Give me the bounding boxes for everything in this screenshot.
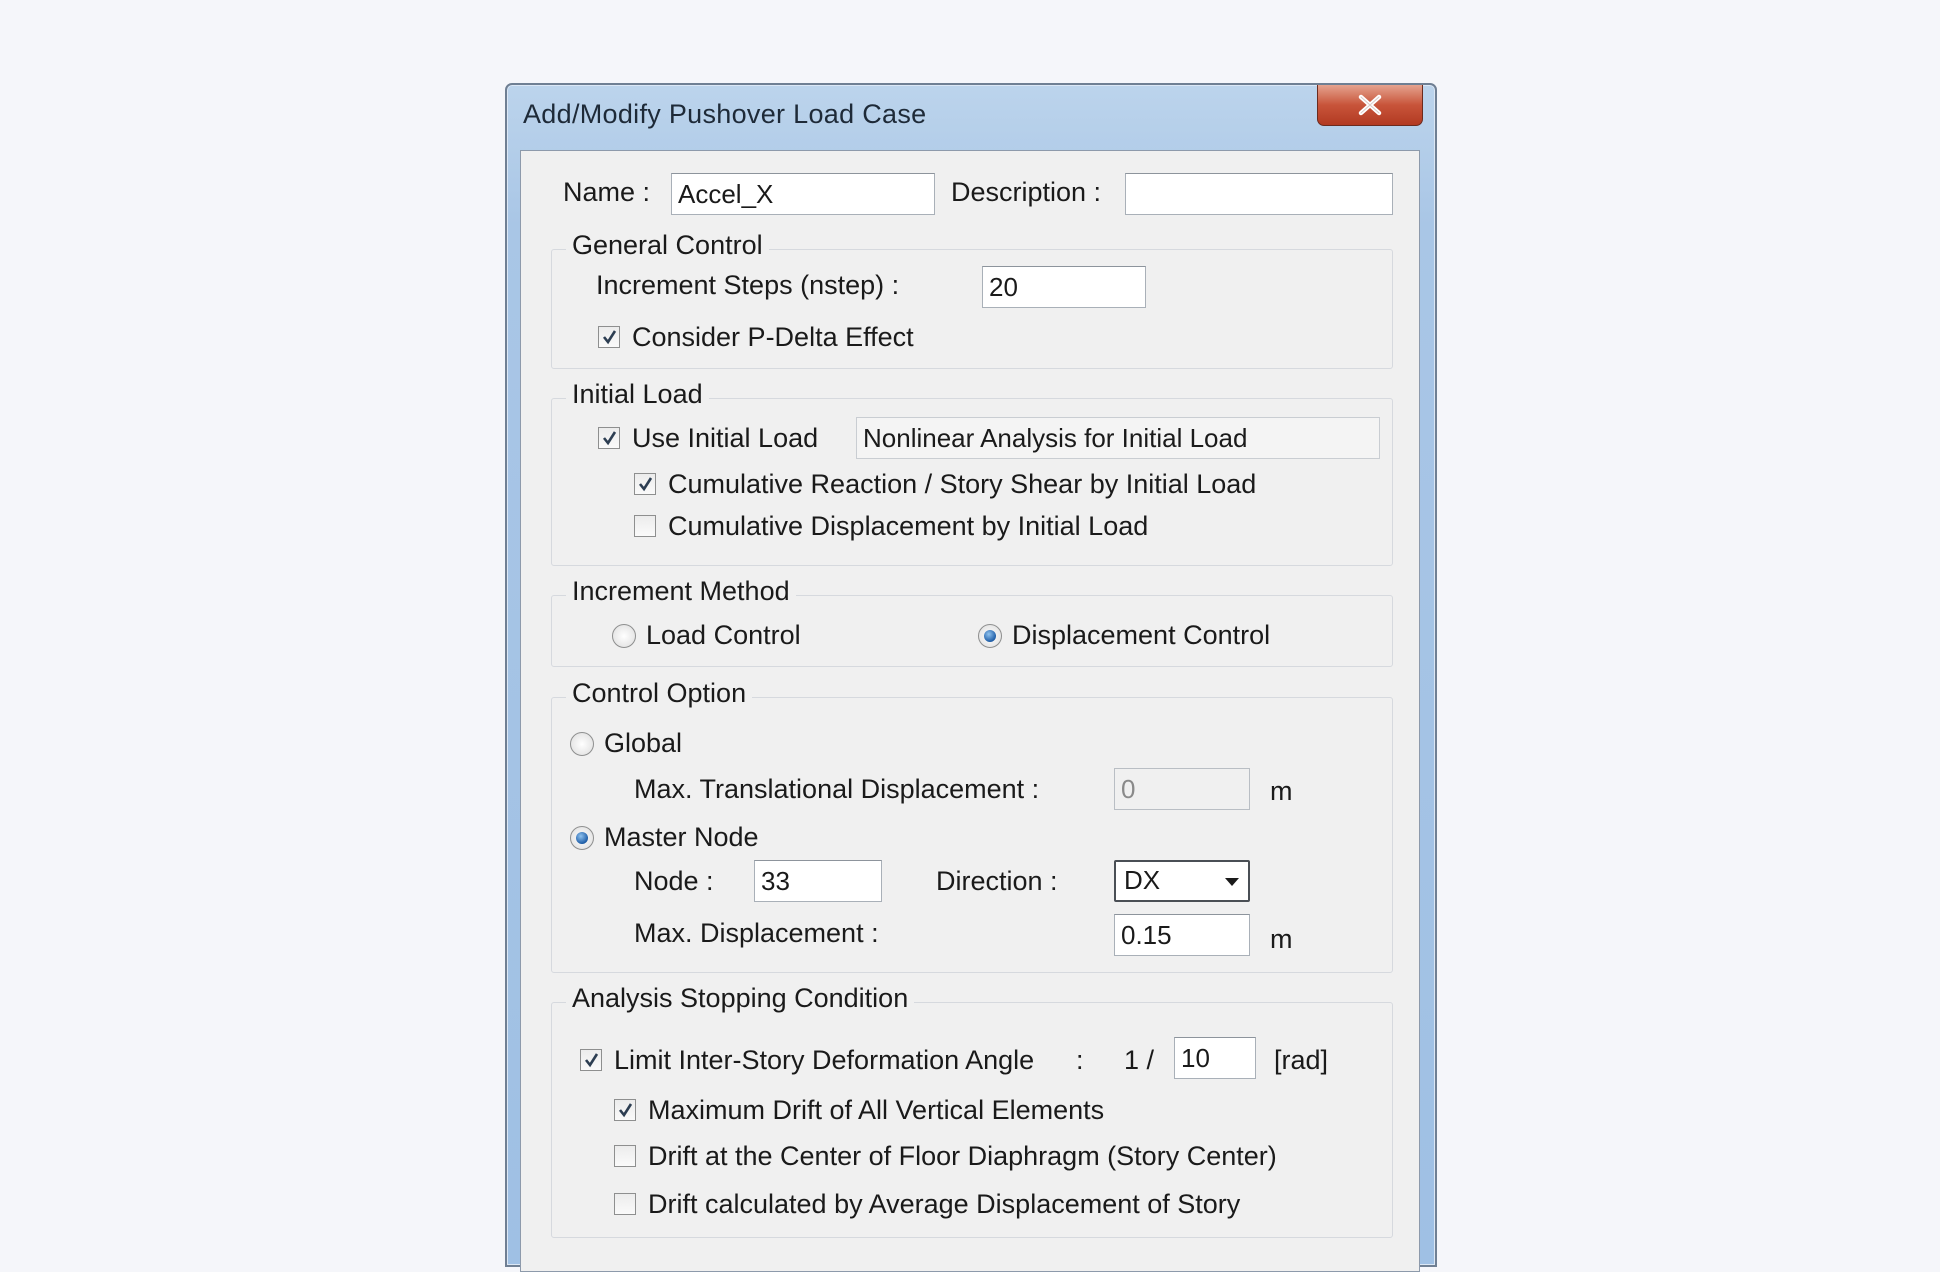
use-initial-load-checkbox[interactable] xyxy=(598,427,620,449)
ratio-field[interactable]: 10 xyxy=(1174,1037,1256,1079)
checkmark-icon xyxy=(584,1053,599,1068)
increment-steps-field[interactable]: 20 xyxy=(982,266,1146,308)
limit-deformation-label: Limit Inter-Story Deformation Angle xyxy=(614,1045,1035,1075)
unit-rad-label: [rad] xyxy=(1274,1045,1329,1075)
stopping-condition-group: Analysis Stopping Condition Limit Inter-… xyxy=(551,983,1393,1238)
dropdown-arrow-icon xyxy=(1225,878,1239,886)
max-translational-field[interactable]: 0 xyxy=(1114,768,1250,810)
general-control-group: General Control Increment Steps (nstep) … xyxy=(551,230,1393,369)
load-control-radio[interactable] xyxy=(612,624,636,648)
cumulative-reaction-checkbox[interactable] xyxy=(634,473,656,495)
direction-select[interactable]: DX xyxy=(1114,860,1250,902)
master-node-label: Master Node xyxy=(604,822,759,852)
limit-colon: : xyxy=(1076,1045,1084,1075)
checkmark-icon xyxy=(602,330,617,345)
master-node-radio[interactable] xyxy=(570,826,594,850)
displacement-control-label: Displacement Control xyxy=(1012,620,1271,650)
cumulative-reaction-label: Cumulative Reaction / Story Shear by Ini… xyxy=(668,469,1257,499)
radio-selected-dot xyxy=(576,832,588,844)
dialog-title: Add/Modify Pushover Load Case xyxy=(523,99,927,129)
increment-method-legend: Increment Method xyxy=(566,576,796,607)
max-displacement-field[interactable]: 0.15 xyxy=(1114,914,1250,956)
control-option-group: Control Option Global Max. Translational… xyxy=(551,678,1393,973)
unit-m-label: m xyxy=(1270,924,1293,954)
checkmark-icon xyxy=(618,1103,633,1118)
title-bar[interactable]: Add/Modify Pushover Load Case xyxy=(507,85,1435,147)
cumulative-displacement-checkbox[interactable] xyxy=(634,515,656,537)
use-initial-load-label: Use Initial Load xyxy=(632,423,819,453)
increment-method-group: Increment Method Load Control Displaceme… xyxy=(551,576,1393,667)
limit-deformation-checkbox[interactable] xyxy=(580,1049,602,1071)
node-label: Node : xyxy=(634,866,714,896)
checkmark-icon xyxy=(638,477,653,492)
displacement-control-radio[interactable] xyxy=(978,624,1002,648)
description-label: Description : xyxy=(951,177,1102,207)
average-drift-checkbox[interactable] xyxy=(614,1193,636,1215)
pushover-load-case-dialog: Add/Modify Pushover Load Case Name : Acc… xyxy=(505,83,1437,1272)
load-control-label: Load Control xyxy=(646,620,801,650)
direction-value: DX xyxy=(1124,865,1161,895)
direction-label: Direction : xyxy=(936,866,1058,896)
stopping-condition-legend: Analysis Stopping Condition xyxy=(566,983,915,1014)
ratio-prefix: 1 / xyxy=(1124,1045,1155,1075)
increment-steps-label: Increment Steps (nstep) : xyxy=(596,270,900,300)
initial-load-case-field[interactable]: Nonlinear Analysis for Initial Load xyxy=(856,417,1380,459)
cumulative-displacement-label: Cumulative Displacement by Initial Load xyxy=(668,511,1149,541)
max-displacement-label: Max. Displacement : xyxy=(634,918,879,948)
max-drift-checkbox[interactable] xyxy=(614,1099,636,1121)
description-field[interactable] xyxy=(1125,173,1393,215)
global-radio[interactable] xyxy=(570,732,594,756)
max-drift-label: Maximum Drift of All Vertical Elements xyxy=(648,1095,1105,1125)
checkmark-icon xyxy=(602,431,617,446)
initial-load-group: Initial Load Use Initial Load Nonlinear … xyxy=(551,379,1393,566)
name-label: Name : xyxy=(563,177,651,207)
pdelta-checkbox[interactable] xyxy=(598,326,620,348)
dialog-client-area: Name : Accel_X Description : General Con… xyxy=(520,150,1420,1272)
close-button[interactable] xyxy=(1317,85,1423,126)
center-drift-label: Drift at the Center of Floor Diaphragm (… xyxy=(648,1141,1277,1171)
max-translational-label: Max. Translational Displacement : xyxy=(634,774,1040,804)
unit-m-label: m xyxy=(1270,776,1293,806)
center-drift-checkbox[interactable] xyxy=(614,1145,636,1167)
close-icon xyxy=(1358,94,1382,116)
control-option-legend: Control Option xyxy=(566,678,753,709)
radio-selected-dot xyxy=(984,630,996,642)
initial-load-legend: Initial Load xyxy=(566,379,709,410)
pdelta-label: Consider P-Delta Effect xyxy=(632,322,914,352)
average-drift-label: Drift calculated by Average Displacement… xyxy=(648,1189,1241,1219)
global-label: Global xyxy=(604,728,683,758)
general-control-legend: General Control xyxy=(566,230,769,261)
name-field[interactable]: Accel_X xyxy=(671,173,935,215)
node-field[interactable]: 33 xyxy=(754,860,882,902)
